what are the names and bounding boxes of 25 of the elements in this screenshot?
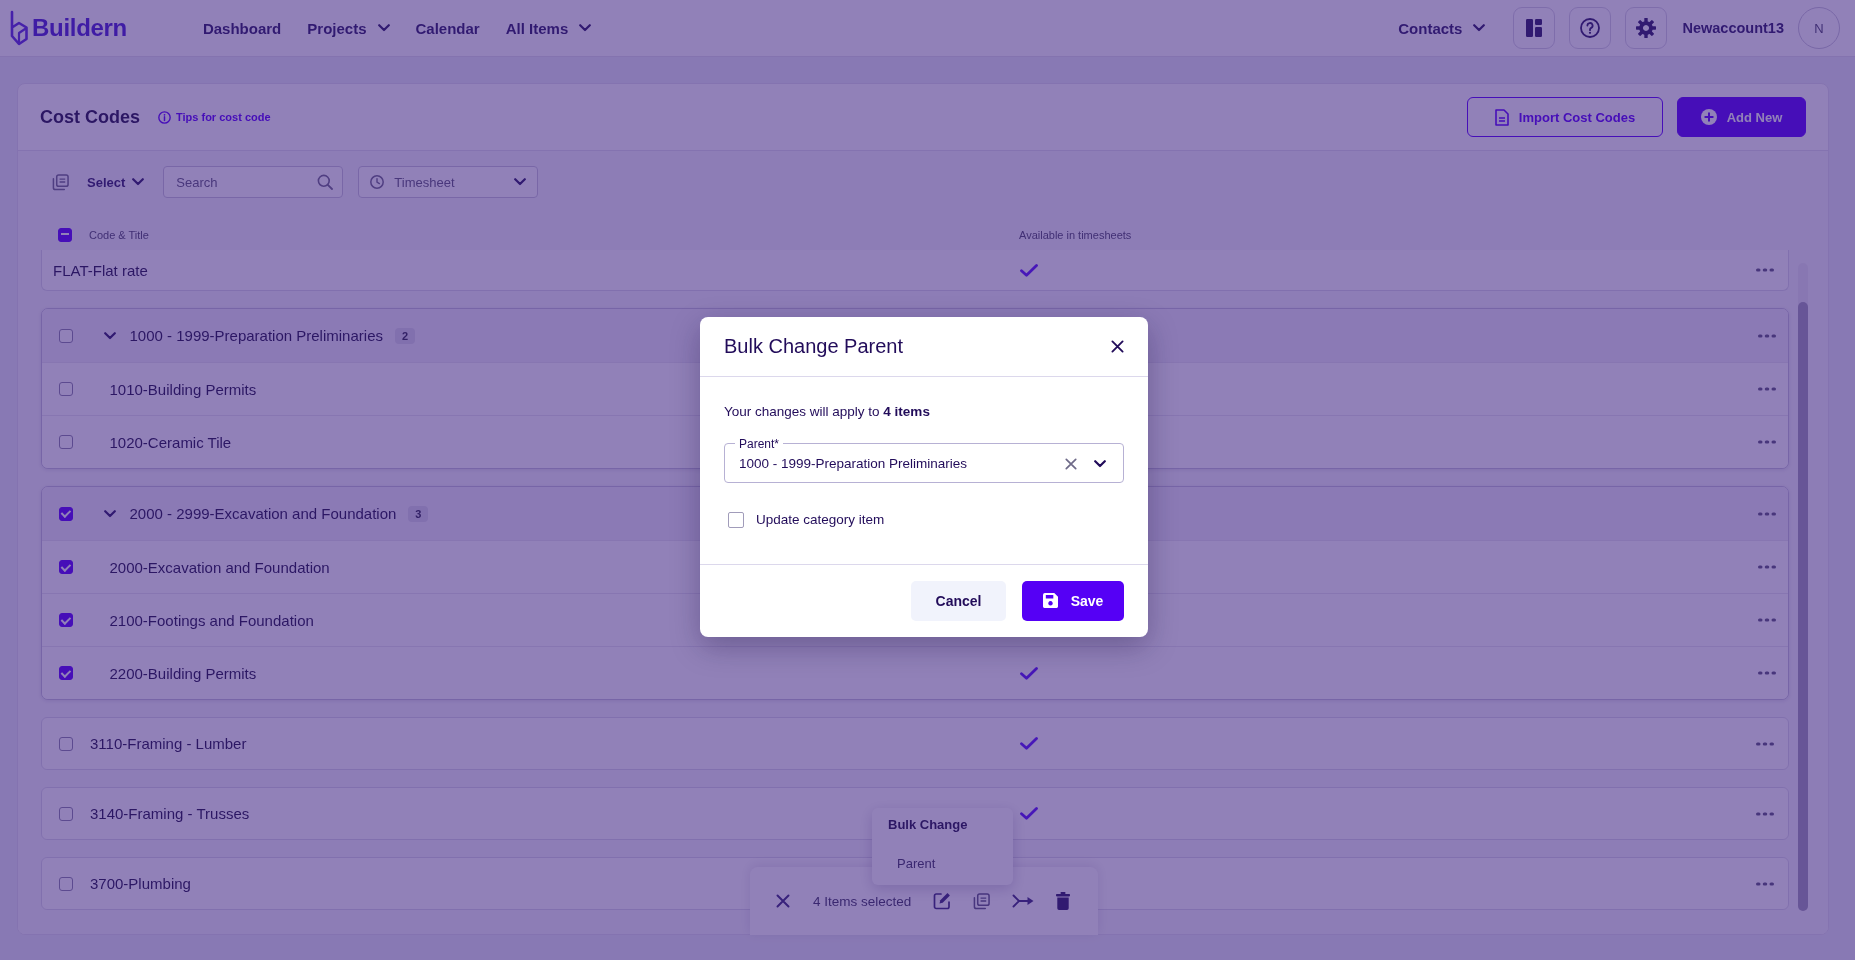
selection-count: 4 Items selected: [813, 893, 912, 909]
column-header: Code & Title: [89, 228, 149, 241]
count-badge: 2: [395, 327, 416, 344]
cost-code-title: 3700-Plumbing: [90, 875, 191, 892]
brand-name: Buildern: [32, 14, 127, 42]
group-title: 2000 - 2999-Excavation and Foundation: [129, 505, 397, 522]
page-title: Cost Codes: [40, 106, 140, 128]
cost-code-title: 2100-Footings and Foundation: [109, 611, 314, 629]
modal-title: Bulk Change Parent: [724, 334, 903, 358]
cost-code-title: 1010-Building Permits: [109, 380, 257, 398]
field-label: Parent*: [738, 436, 781, 451]
count-badge: 3: [408, 505, 429, 522]
cost-code-title: 2000-Excavation and Foundation: [109, 558, 330, 576]
cost-code-title: 1020-Ceramic Tile: [109, 433, 232, 451]
group-title: 1000 - 1999-Preparation Preliminaries: [129, 327, 383, 344]
checkbox-label: Update category item: [756, 512, 885, 527]
cost-code-title: 2200-Building Permits: [109, 664, 257, 682]
cost-code-title: FLAT-Flat rate: [53, 261, 148, 279]
column-header: Available in timesheets: [1019, 228, 1133, 241]
user-name: Newaccount13: [1682, 20, 1784, 36]
cost-code-title: 3110-Framing - Lumber: [90, 735, 247, 752]
menu-title: Bulk Change: [887, 817, 969, 833]
modal-message: Your changes will apply to 4 items: [724, 402, 931, 420]
cost-code-title: 3140-Framing - Trusses: [90, 805, 250, 822]
field-value: 1000 - 1999-Preparation Preliminaries: [739, 456, 969, 471]
